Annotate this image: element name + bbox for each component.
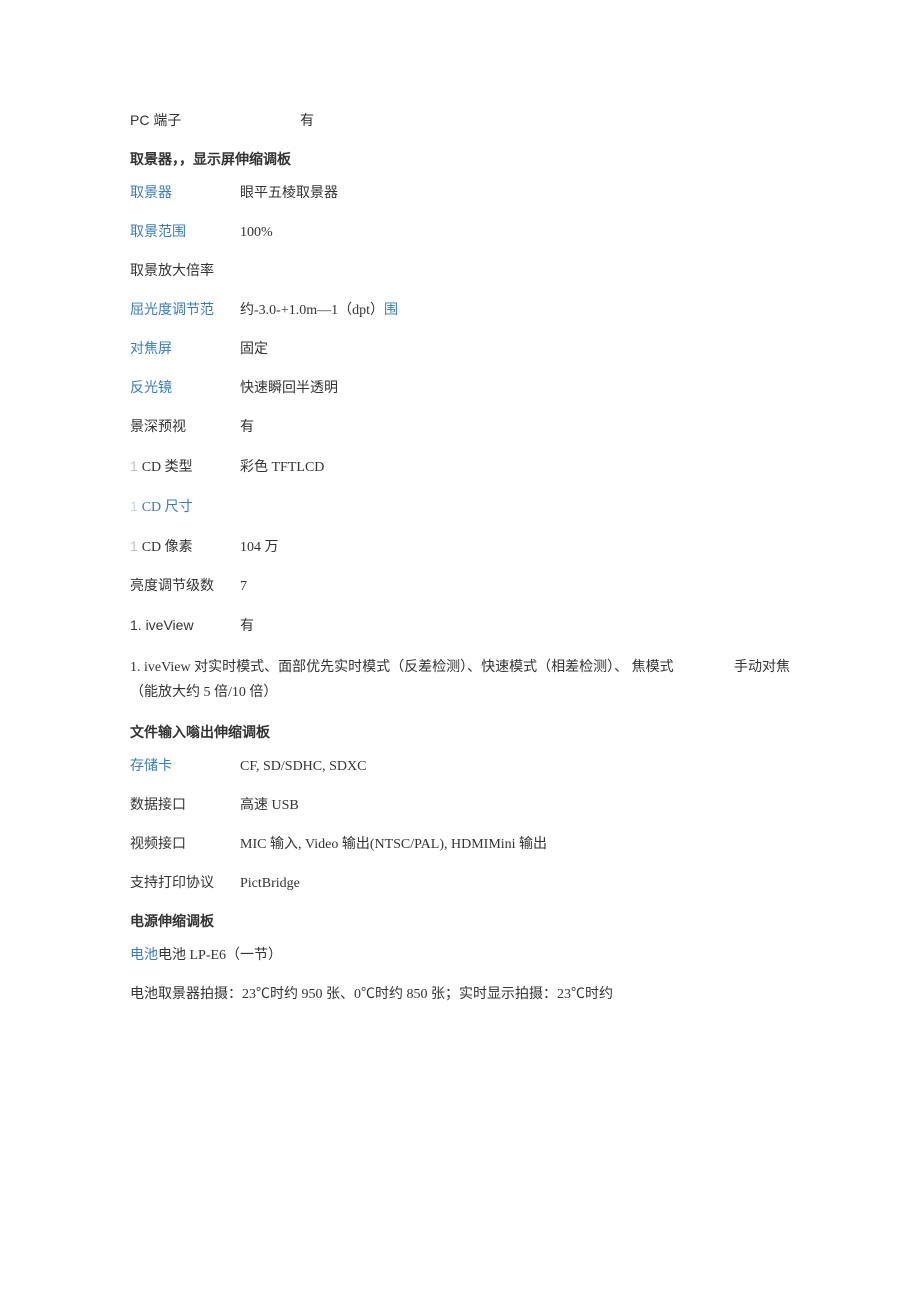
liveview-para-cont: （能放大约 5 倍/10 倍）: [130, 680, 790, 705]
spec-label: 1 CD 尺寸: [130, 496, 240, 518]
spec-label: 1 CD 类型: [130, 456, 240, 478]
spec-row: 1 CD 类型彩色 TFTLCD: [130, 456, 790, 478]
spec-label: 1 CD 像素: [130, 536, 240, 558]
battery-value: 电池 LP-E6（一节）: [158, 948, 282, 963]
battery-detail: 电池取景器拍摄：23℃时约 950 张、0℃时约 850 张；实时显示拍摄：23…: [130, 984, 790, 1005]
spec-row: 对焦屏固定: [130, 339, 790, 360]
spec-row: 取景范围100%: [130, 222, 790, 243]
spec-row: 取景放大倍率: [130, 261, 790, 282]
io-value: MIC 输入, Video 输出(NTSC/PAL), HDMIMini 输出: [240, 834, 790, 855]
spec-label: 对焦屏: [130, 339, 240, 360]
spec-value: 眼平五棱取景器: [240, 183, 790, 204]
battery-label: 电池: [130, 948, 158, 963]
io-value: PictBridge: [240, 873, 790, 894]
io-label: 视频接口: [130, 834, 240, 855]
liveview-para-right: 手动对焦: [734, 655, 790, 680]
spec-row: 1 CD 尺寸: [130, 496, 790, 518]
pc-terminal-label: PC 端子: [130, 110, 240, 131]
pc-terminal-row: PC 端子 有: [130, 110, 790, 132]
io-label: 存储卡: [130, 756, 240, 777]
spec-row: 亮度调节级数7: [130, 576, 790, 597]
spec-label: 反光镜: [130, 378, 240, 399]
section-power-title: 电源伸缩调板: [130, 912, 790, 933]
io-row: 存储卡CF, SD/SDHC, SDXC: [130, 756, 790, 777]
io-row: 数据接口高速 USB: [130, 795, 790, 816]
liveview-label: 1. iveView: [130, 615, 240, 636]
spec-row: 屈光度调节范约-3.0-+1.0m—1（dpt）围: [130, 300, 790, 321]
spec-row: 1 CD 像素104 万: [130, 536, 790, 558]
liveview-value: 有: [240, 616, 790, 637]
io-label: 支持打印协议: [130, 873, 240, 894]
section-io-title: 文件输入嗡出伸缩调板: [130, 723, 790, 744]
spec-label: 取景器: [130, 183, 240, 204]
spec-value: 彩色 TFTLCD: [240, 457, 790, 478]
io-row: 支持打印协议PictBridge: [130, 873, 790, 894]
io-row: 视频接口MIC 输入, Video 输出(NTSC/PAL), HDMIMini…: [130, 834, 790, 855]
section-viewfinder-title: 取景器，，显示屏伸缩调板: [130, 150, 790, 171]
spec-label: 取景放大倍率: [130, 261, 240, 282]
spec-value: 约-3.0-+1.0m—1（dpt）围: [240, 300, 790, 321]
io-label: 数据接口: [130, 795, 240, 816]
spec-label: 取景范围: [130, 222, 240, 243]
spec-label: 屈光度调节范: [130, 300, 240, 321]
spec-row: 反光镜快速瞬回半透明: [130, 378, 790, 399]
liveview-paragraph: 1. iveView 对实时模式、面部优先实时模式（反差检测）、快速模式（相差检…: [130, 655, 790, 705]
spec-value: 7: [240, 576, 790, 597]
spec-value: 固定: [240, 339, 790, 360]
spec-value: 104 万: [240, 537, 790, 558]
liveview-row: 1. iveView 有: [130, 615, 790, 637]
spec-value: 有: [240, 417, 790, 438]
spec-label: 亮度调节级数: [130, 576, 240, 597]
io-value: CF, SD/SDHC, SDXC: [240, 756, 790, 777]
spec-label: 景深预视: [130, 417, 240, 438]
liveview-para-main: 1. iveView 对实时模式、面部优先实时模式（反差检测）、快速模式（相差检…: [130, 655, 674, 680]
io-value: 高速 USB: [240, 795, 790, 816]
battery-line: 电池电池 LP-E6（一节）: [130, 945, 790, 966]
spec-row: 取景器眼平五棱取景器: [130, 183, 790, 204]
spec-row: 景深预视有: [130, 417, 790, 438]
spec-value: 100%: [240, 222, 790, 243]
pc-terminal-value: 有: [300, 111, 790, 132]
spec-value: 快速瞬回半透明: [240, 378, 790, 399]
